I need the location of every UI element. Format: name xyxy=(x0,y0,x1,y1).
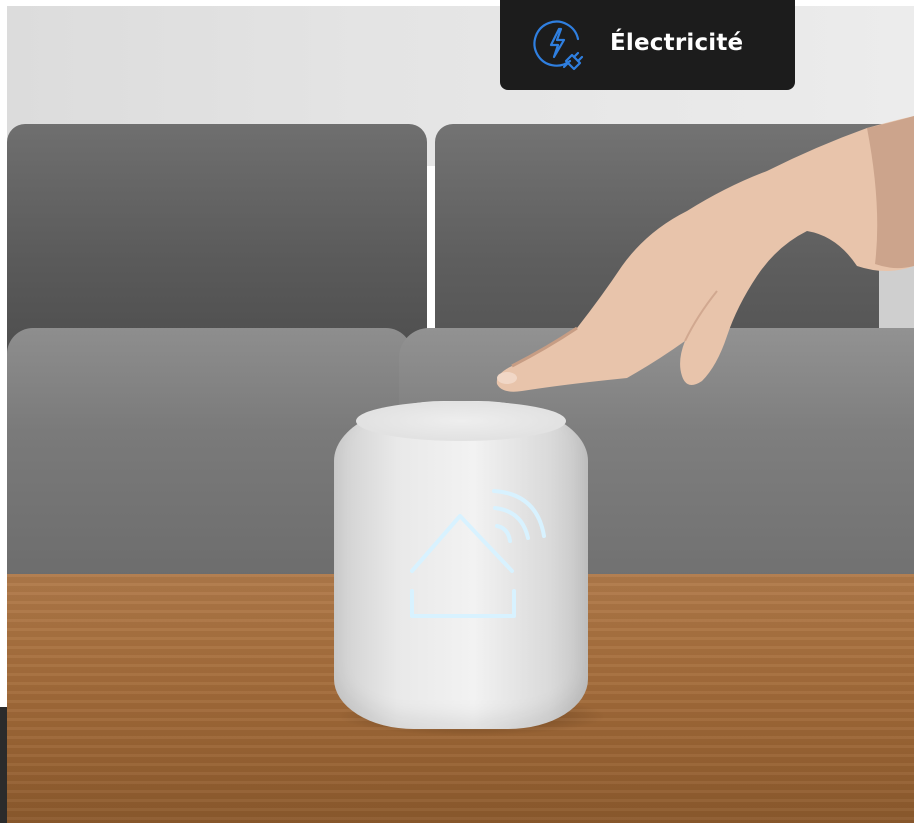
hero-photo xyxy=(7,6,914,823)
lightning-plug-icon xyxy=(533,20,584,71)
smart-home-wifi-icon xyxy=(410,489,546,618)
left-border-dark xyxy=(0,707,7,823)
pointing-hand xyxy=(496,116,914,392)
left-border xyxy=(0,0,7,823)
category-label: Électricité xyxy=(610,30,744,56)
sofa-back-cushion-left xyxy=(7,124,427,354)
category-badge[interactable]: Électricité xyxy=(500,0,795,90)
speaker-top xyxy=(356,401,566,441)
